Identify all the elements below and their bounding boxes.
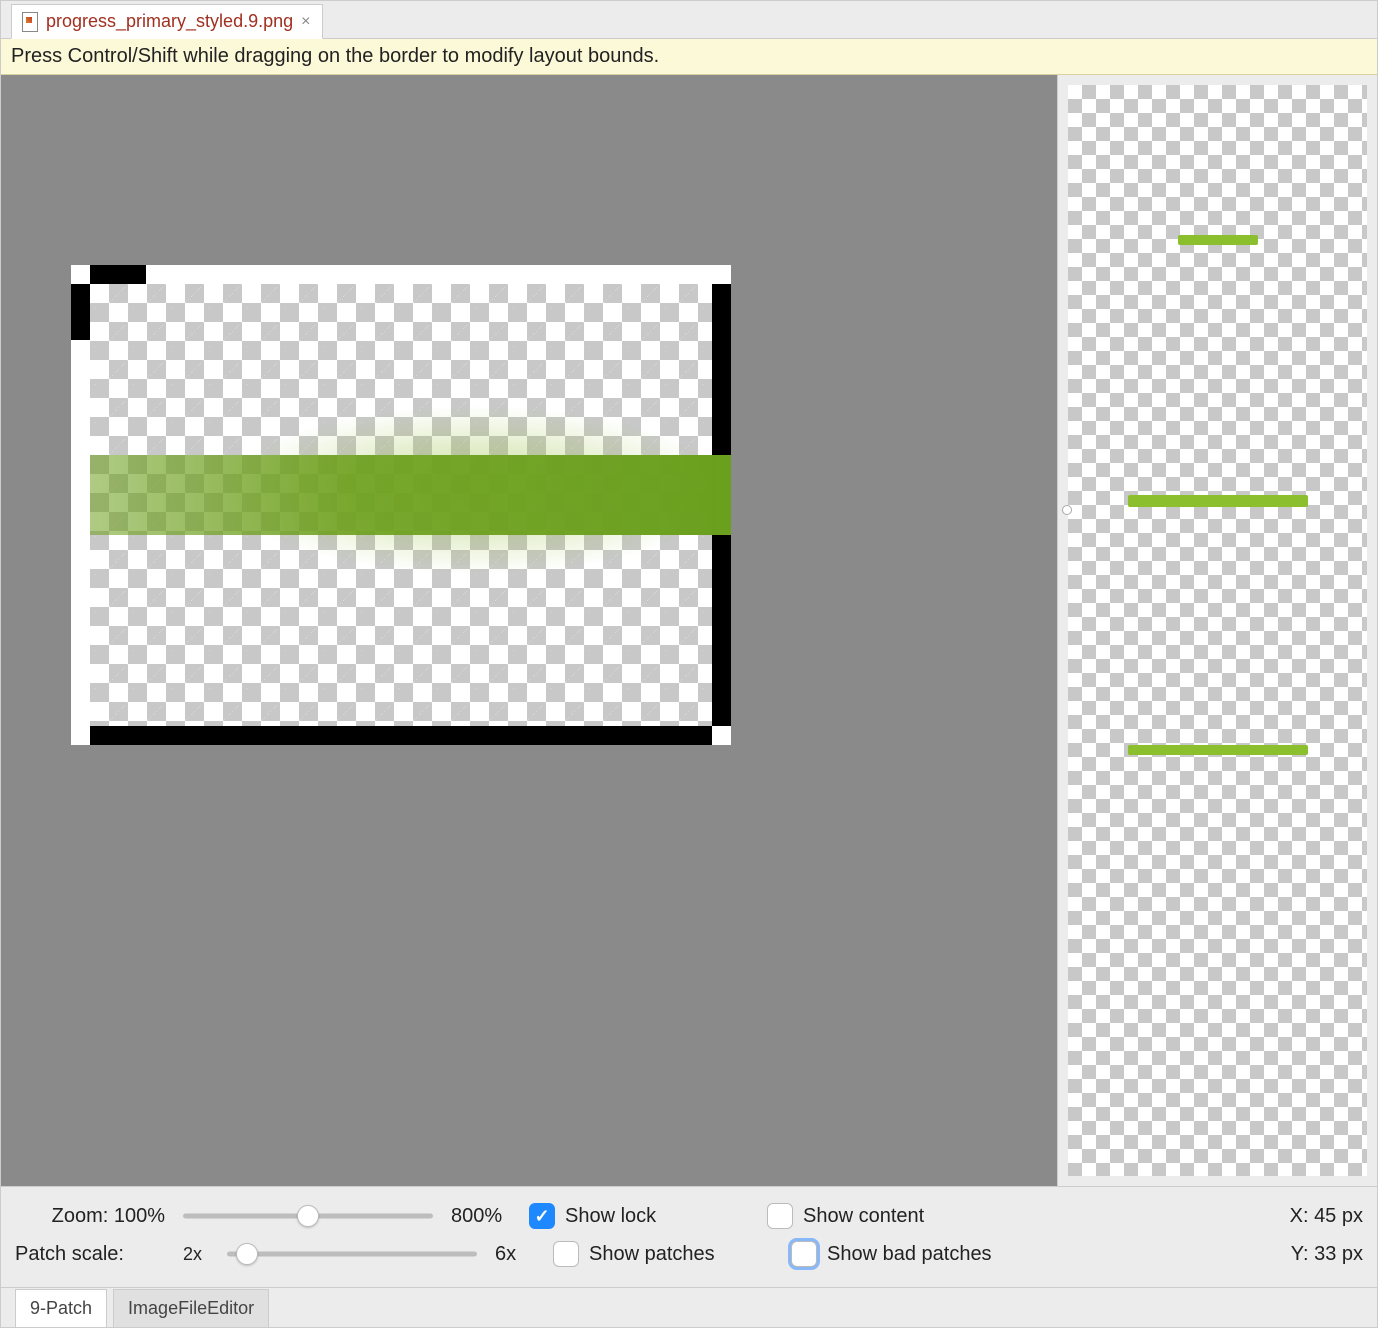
show-bad-patches-checkbox[interactable]: Show bad patches — [791, 1241, 1031, 1267]
close-icon[interactable]: × — [301, 13, 310, 31]
hint-bar: Press Control/Shift while dragging on th… — [1, 39, 1377, 75]
image-file-icon — [22, 12, 38, 32]
controls-panel: Zoom: 100% 800% Show lock Show content X… — [1, 1186, 1377, 1287]
preview-sample-large — [1128, 745, 1308, 755]
patch-max-label: 6x — [495, 1243, 535, 1266]
patch-guide-bottom[interactable] — [90, 726, 712, 745]
bottom-tabbar: 9-Patch ImageFileEditor — [1, 1287, 1377, 1327]
preview-pane — [1057, 75, 1377, 1186]
show-patches-checkbox[interactable]: Show patches — [553, 1241, 773, 1267]
show-bad-patches-label: Show bad patches — [827, 1243, 992, 1266]
patch-slider-thumb[interactable] — [236, 1243, 258, 1265]
checkbox-icon — [767, 1203, 793, 1229]
checkbox-icon — [529, 1203, 555, 1229]
zoom-slider[interactable] — [183, 1206, 433, 1226]
editor-area — [1, 75, 1377, 1186]
coord-y: Y: 33 px — [1291, 1243, 1363, 1266]
image-progress-bar — [90, 455, 731, 535]
patch-guide-left[interactable] — [71, 284, 90, 340]
show-patches-label: Show patches — [589, 1243, 715, 1266]
file-tabbar: progress_primary_styled.9.png × — [1, 1, 1377, 39]
patch-scale-label: Patch scale: — [15, 1243, 165, 1266]
preview-resize-handle[interactable] — [1062, 505, 1072, 515]
patch-min-label: 2x — [183, 1244, 209, 1265]
nine-patch-canvas[interactable] — [71, 265, 731, 745]
show-content-checkbox[interactable]: Show content — [767, 1203, 1007, 1229]
preview-sample-medium — [1128, 495, 1308, 507]
show-lock-checkbox[interactable]: Show lock — [529, 1203, 749, 1229]
tab-imagefileeditor[interactable]: ImageFileEditor — [113, 1289, 269, 1327]
coord-x: X: 45 px — [1290, 1205, 1363, 1228]
patch-guide-top[interactable] — [90, 265, 146, 284]
file-tab[interactable]: progress_primary_styled.9.png × — [11, 4, 323, 39]
preview-sample-small — [1178, 235, 1258, 245]
tab-9patch[interactable]: 9-Patch — [15, 1289, 107, 1327]
checkbox-icon — [791, 1241, 817, 1267]
patch-scale-slider[interactable] — [227, 1244, 477, 1264]
show-lock-label: Show lock — [565, 1205, 656, 1228]
zoom-label: Zoom: 100% — [15, 1205, 165, 1228]
preview-checker — [1068, 85, 1367, 1176]
canvas-pane[interactable] — [1, 75, 1057, 1186]
show-content-label: Show content — [803, 1205, 924, 1228]
zoom-slider-thumb[interactable] — [297, 1205, 319, 1227]
file-tab-title: progress_primary_styled.9.png — [46, 11, 293, 32]
zoom-max-label: 800% — [451, 1205, 511, 1228]
checkbox-icon — [553, 1241, 579, 1267]
